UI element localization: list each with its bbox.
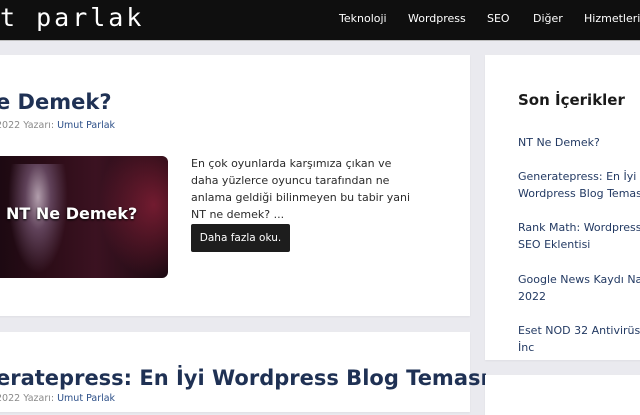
nav-item-seo[interactable]: SEO <box>487 12 510 26</box>
post-excerpt: En çok oyunlarda karşımıza çıkan ve daha… <box>191 157 411 221</box>
post-meta: 2022 Yazarı: Umut Parlak <box>0 120 115 132</box>
post-meta: 2022 Yazarı: Umut Parlak <box>0 393 115 405</box>
post-title[interactable]: e Demek? <box>0 90 112 114</box>
sidebar-title: Son İçerikler <box>518 91 625 109</box>
recent-post-link[interactable]: Generatepress: En İyi Wordpress Blog Tem… <box>518 168 640 202</box>
nav-item-hizmetlerim[interactable]: Hizmetlerim <box>584 12 640 26</box>
post-title[interactable]: eratepress: En İyi Wordpress Blog Teması <box>0 366 488 390</box>
nav-item-wordpress[interactable]: Wordpress <box>408 12 466 26</box>
nav-item-diger[interactable]: Diğer <box>533 12 563 26</box>
nav-item-teknoloji[interactable]: Teknoloji <box>339 12 387 26</box>
recent-post-link[interactable]: Eset NOD 32 Antivirüs İnc <box>518 322 640 356</box>
post-date: 2022 Yazarı: <box>0 120 58 131</box>
post-author-link[interactable]: Umut Parlak <box>57 393 115 404</box>
recent-post-link[interactable]: Google News Kaydı Nasıl 2022 <box>518 271 640 305</box>
site-logo[interactable]: t parlak <box>0 4 144 32</box>
thumbnail-text: NT Ne Demek? <box>6 204 138 223</box>
site-header: t parlak Teknoloji Wordpress SEO Diğer H… <box>0 0 640 41</box>
post-date: 2022 Yazarı: <box>0 393 58 404</box>
read-more-button[interactable]: Daha fazla oku. <box>191 224 290 252</box>
recent-post-link[interactable]: Rank Math: Wordpress SEO Eklentisi <box>518 219 640 253</box>
sidebar-widget <box>485 375 640 415</box>
post-thumbnail[interactable]: NT Ne Demek? <box>0 156 168 278</box>
recent-post-link[interactable]: NT Ne Demek? <box>518 134 640 151</box>
post-author-link[interactable]: Umut Parlak <box>57 120 115 131</box>
